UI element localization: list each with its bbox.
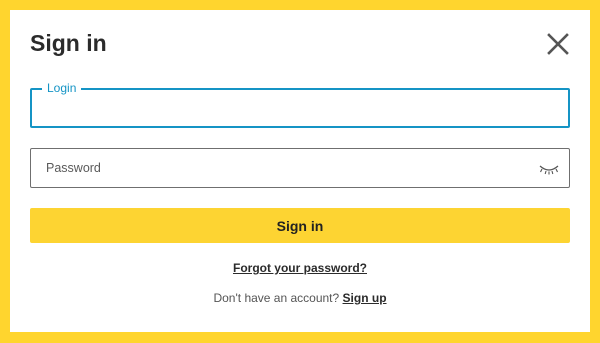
login-input[interactable]: [32, 90, 568, 126]
close-button[interactable]: [546, 32, 570, 56]
dialog-title: Sign in: [30, 30, 107, 56]
eye-closed-icon: [539, 165, 559, 175]
password-input[interactable]: [31, 149, 569, 187]
signin-dialog: Sign in Login Password Sign in Forgot yo…: [10, 10, 590, 332]
close-icon: [547, 33, 569, 55]
password-visibility-toggle[interactable]: [538, 163, 560, 177]
signup-row: Don't have an account? Sign up: [10, 291, 590, 305]
forgot-password-row: Forgot your password?: [10, 261, 590, 275]
login-field-wrapper: Login: [30, 81, 570, 128]
signin-button[interactable]: Sign in: [30, 208, 570, 243]
forgot-password-link[interactable]: Forgot your password?: [233, 261, 367, 275]
no-account-text: Don't have an account?: [213, 291, 340, 305]
signup-link[interactable]: Sign up: [343, 291, 387, 305]
password-field-wrapper: Password: [30, 148, 570, 188]
